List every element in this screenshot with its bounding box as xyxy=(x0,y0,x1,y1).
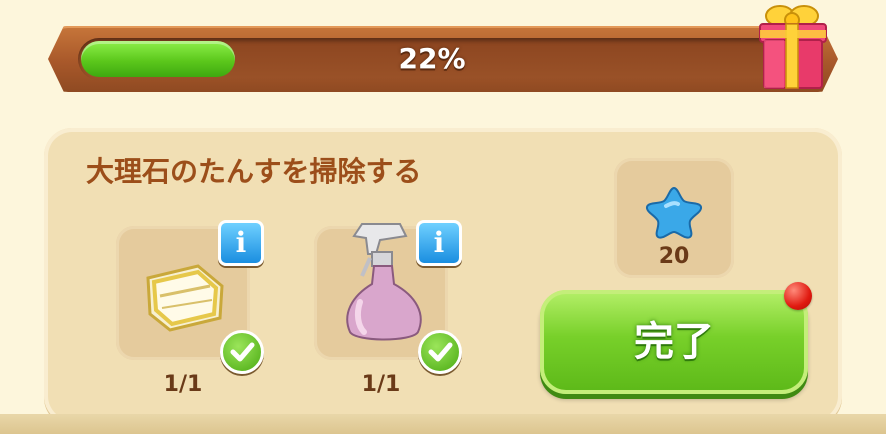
cloth-icon xyxy=(146,264,224,332)
gift-box-icon[interactable] xyxy=(752,0,832,92)
check-icon xyxy=(418,330,462,374)
info-button[interactable]: i xyxy=(218,220,264,266)
task-title: 大理石のたんすを掃除する xyxy=(86,155,422,188)
item-count: 1/1 xyxy=(361,372,401,397)
notification-dot xyxy=(784,282,812,310)
bottom-edge xyxy=(0,414,886,434)
info-button[interactable]: i xyxy=(416,220,462,266)
reward-count: 20 xyxy=(658,244,690,269)
blue-star-icon xyxy=(645,186,703,239)
check-icon xyxy=(220,330,264,374)
progress-percent-label: 22% xyxy=(398,42,466,75)
complete-button[interactable]: 完了 xyxy=(540,290,808,394)
item-count: 1/1 xyxy=(163,372,203,397)
